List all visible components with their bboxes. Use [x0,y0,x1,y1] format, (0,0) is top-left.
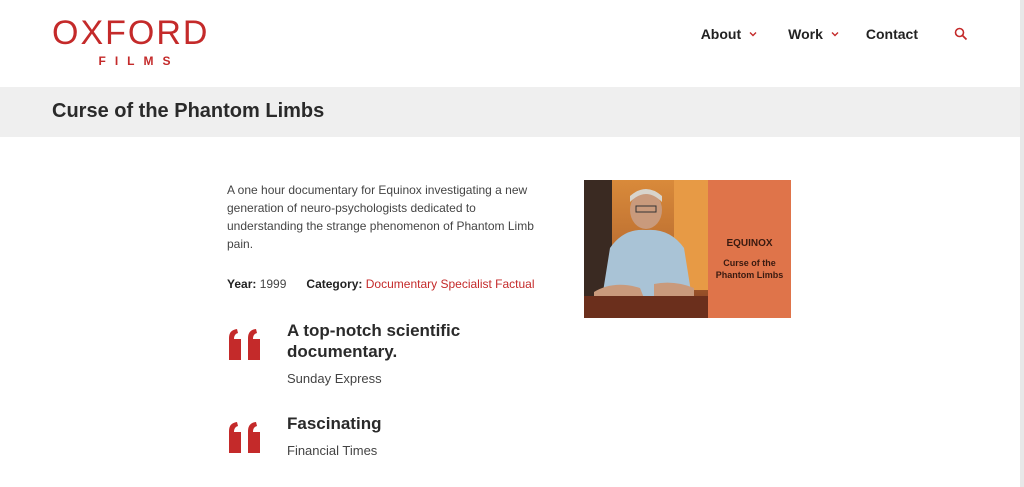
quote-text: A top-notch scientific documentary. [287,321,461,361]
scrollbar[interactable] [1020,0,1024,487]
category-label: Category: [306,277,363,291]
category-link[interactable]: Documentary Specialist Factual [366,277,535,291]
poster-panel [708,180,791,318]
film-meta: Year: 1999 Category: Documentary Special… [227,277,535,291]
quote-source: Financial Times [287,443,378,458]
logo-wordmark: OXFORD [52,14,210,52]
man-portrait-illustration [584,180,708,318]
logo-subtext: FILMS [98,54,180,68]
nav-work-label: Work [788,26,823,42]
film-poster-image: EQUINOX Curse of the Phantom Limbs [584,180,791,318]
search-icon[interactable] [954,27,968,41]
quote-mark-icon [229,422,260,453]
quote-mark-icon [229,329,260,360]
year-value: 1999 [259,277,287,291]
nav-contact-label: Contact [865,26,918,42]
oxford-films-logo[interactable]: OXFORD FILMS [52,14,212,68]
nav-work[interactable]: Work [788,26,840,42]
main-nav: About Work Contact [701,24,968,44]
site-header: OXFORD FILMS About Work Contact [0,0,1024,87]
film-description: A one hour documentary for Equinox inves… [227,183,534,251]
quote-text: Fascinating [287,414,382,433]
chevron-down-icon [831,32,839,37]
page-title-bar: Curse of the Phantom Limbs [0,87,1024,137]
year-field: Year: 1999 [227,277,286,291]
quote-source: Sunday Express [287,371,382,386]
poster-photo [584,180,708,318]
chevron-down-icon [749,32,757,37]
nav-about-label: About [700,26,742,42]
nav-contact[interactable]: Contact [866,26,918,42]
category-field: Category: Documentary Specialist Factual [306,277,534,291]
nav-about[interactable]: About [701,26,758,42]
year-label: Year: [227,277,257,291]
poster-heading: EQUINOX [726,238,773,249]
page-title: Curse of the Phantom Limbs [52,100,325,122]
poster-subtitle: Curse of the Phantom Limbs [715,258,784,280]
